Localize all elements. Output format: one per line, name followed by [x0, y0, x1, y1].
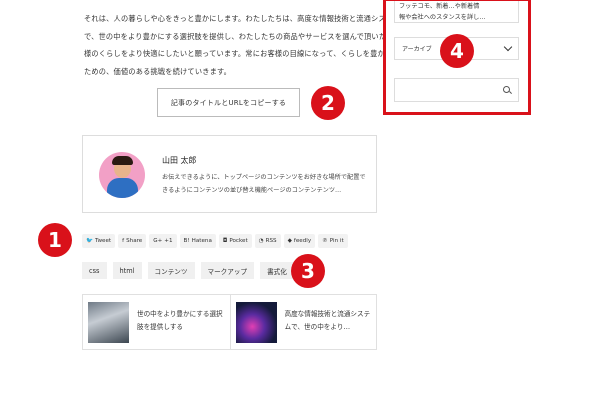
share-label: Share	[126, 238, 143, 244]
share-label: feedly	[293, 238, 312, 244]
paragraph-line: それは、人の暮らしや心をきっと豊かにします。わたしたちは、高度な情報技術と流通シ…	[84, 14, 401, 23]
hatena-icon: B!	[183, 238, 190, 244]
related-posts: 世の中をより豊かにする選択肢を提供しする 高度な情報技術と流通システムで、世の中…	[82, 294, 377, 350]
author-bio: お伝えできるように、トップページのコンテンツをお好きな場所で配置できるようにコン…	[162, 174, 366, 194]
related-title[interactable]: 高度な情報技術と流通システムで、世の中をより…	[285, 308, 373, 334]
share-button-facebook[interactable]: f Share	[118, 234, 147, 248]
share-button-twitter[interactable]: 🐦 Tweet	[82, 234, 116, 248]
tag-markup[interactable]: マークアップ	[200, 262, 255, 279]
author-box: 山田 太郎 お伝えできるように、トップページのコンテンツをお好きな場所で配置でき…	[82, 135, 377, 213]
feedly-icon: ◆	[287, 238, 292, 244]
paragraph-line: ための、価値のある挑戦を続けていきます。	[84, 66, 232, 76]
share-label: Tweet	[94, 238, 112, 244]
share-label: +1	[164, 238, 173, 244]
pocket-icon: ◘	[222, 238, 228, 244]
tag-css[interactable]: css	[82, 262, 107, 279]
author-name[interactable]: 山田 太郎	[162, 155, 197, 166]
sidebar-widget-text[interactable]: フッテコモ、新着…や新着情 報や会社へのスタンスを詳し…	[394, 1, 519, 23]
search-icon[interactable]	[503, 86, 510, 93]
search-input[interactable]	[394, 78, 519, 102]
tag-contents[interactable]: コンテンツ	[147, 262, 195, 279]
archive-label: アーカイブ	[402, 46, 432, 53]
article-paragraph: それは、人の暮らしや心をきっと豊かにします。わたしたちは、高度な情報技術と流通シ…	[84, 10, 409, 80]
share-label: Hatena	[191, 238, 212, 244]
facebook-icon: f	[122, 238, 125, 244]
share-button-pocket[interactable]: ◘ Pocket	[218, 234, 252, 248]
googleplus-icon: G+	[153, 238, 163, 244]
tag-html[interactable]: html	[112, 262, 142, 279]
rss-icon: ◔	[258, 238, 264, 244]
share-button-rss[interactable]: ◔ RSS	[254, 234, 281, 248]
avatar[interactable]	[99, 152, 145, 198]
copy-title-url-button[interactable]: 記事のタイトルとURLをコピーする	[157, 88, 300, 117]
related-thumbnail[interactable]	[235, 302, 277, 343]
annotation-badge-3: 3	[291, 254, 325, 288]
related-title[interactable]: 世の中をより豊かにする選択肢を提供しする	[137, 308, 225, 334]
paragraph-line: 様のくらしをより快適にしたいと願っています。常にお客様の目線になって、くらしを豊…	[84, 49, 408, 58]
share-label: Pocket	[229, 238, 248, 244]
related-post[interactable]: 世の中をより豊かにする選択肢を提供しする	[83, 295, 230, 349]
share-button-feedly[interactable]: ◆ feedly	[283, 234, 316, 248]
share-label: RSS	[265, 238, 277, 244]
annotation-badge-1: 1	[38, 223, 72, 257]
tag-formatting[interactable]: 書式化	[260, 262, 294, 279]
tag-list: css html コンテンツ マークアップ 書式化	[82, 262, 294, 279]
twitter-icon: 🐦	[86, 238, 93, 244]
sidebar-text-line: フッテコモ、新着…や新着情	[399, 3, 480, 10]
share-button-pinterest[interactable]: ℗ Pin it	[318, 234, 348, 248]
share-button-googleplus[interactable]: G+ +1	[149, 234, 177, 248]
share-label: Pin it	[329, 238, 344, 244]
related-post[interactable]: 高度な情報技術と流通システムで、世の中をより…	[229, 295, 377, 349]
share-button-hatena[interactable]: B! Hatena	[179, 234, 216, 248]
paragraph-line: で、世の中をより豊かにする選択肢を提供し、わたしたちの商品やサービスを選んで頂い…	[84, 31, 409, 41]
share-buttons: 🐦 Tweet f Share G+ +1 B! Hatena ◘ Pocket ◔ RSS…	[82, 234, 348, 248]
annotation-badge-2: 2	[311, 86, 345, 120]
sidebar-text-line: 報や会社へのスタンスを詳し…	[399, 14, 486, 21]
chevron-down-icon	[503, 42, 513, 52]
pinterest-icon: ℗	[322, 238, 328, 244]
annotation-badge-4: 4	[440, 34, 474, 68]
related-thumbnail[interactable]	[88, 302, 129, 343]
